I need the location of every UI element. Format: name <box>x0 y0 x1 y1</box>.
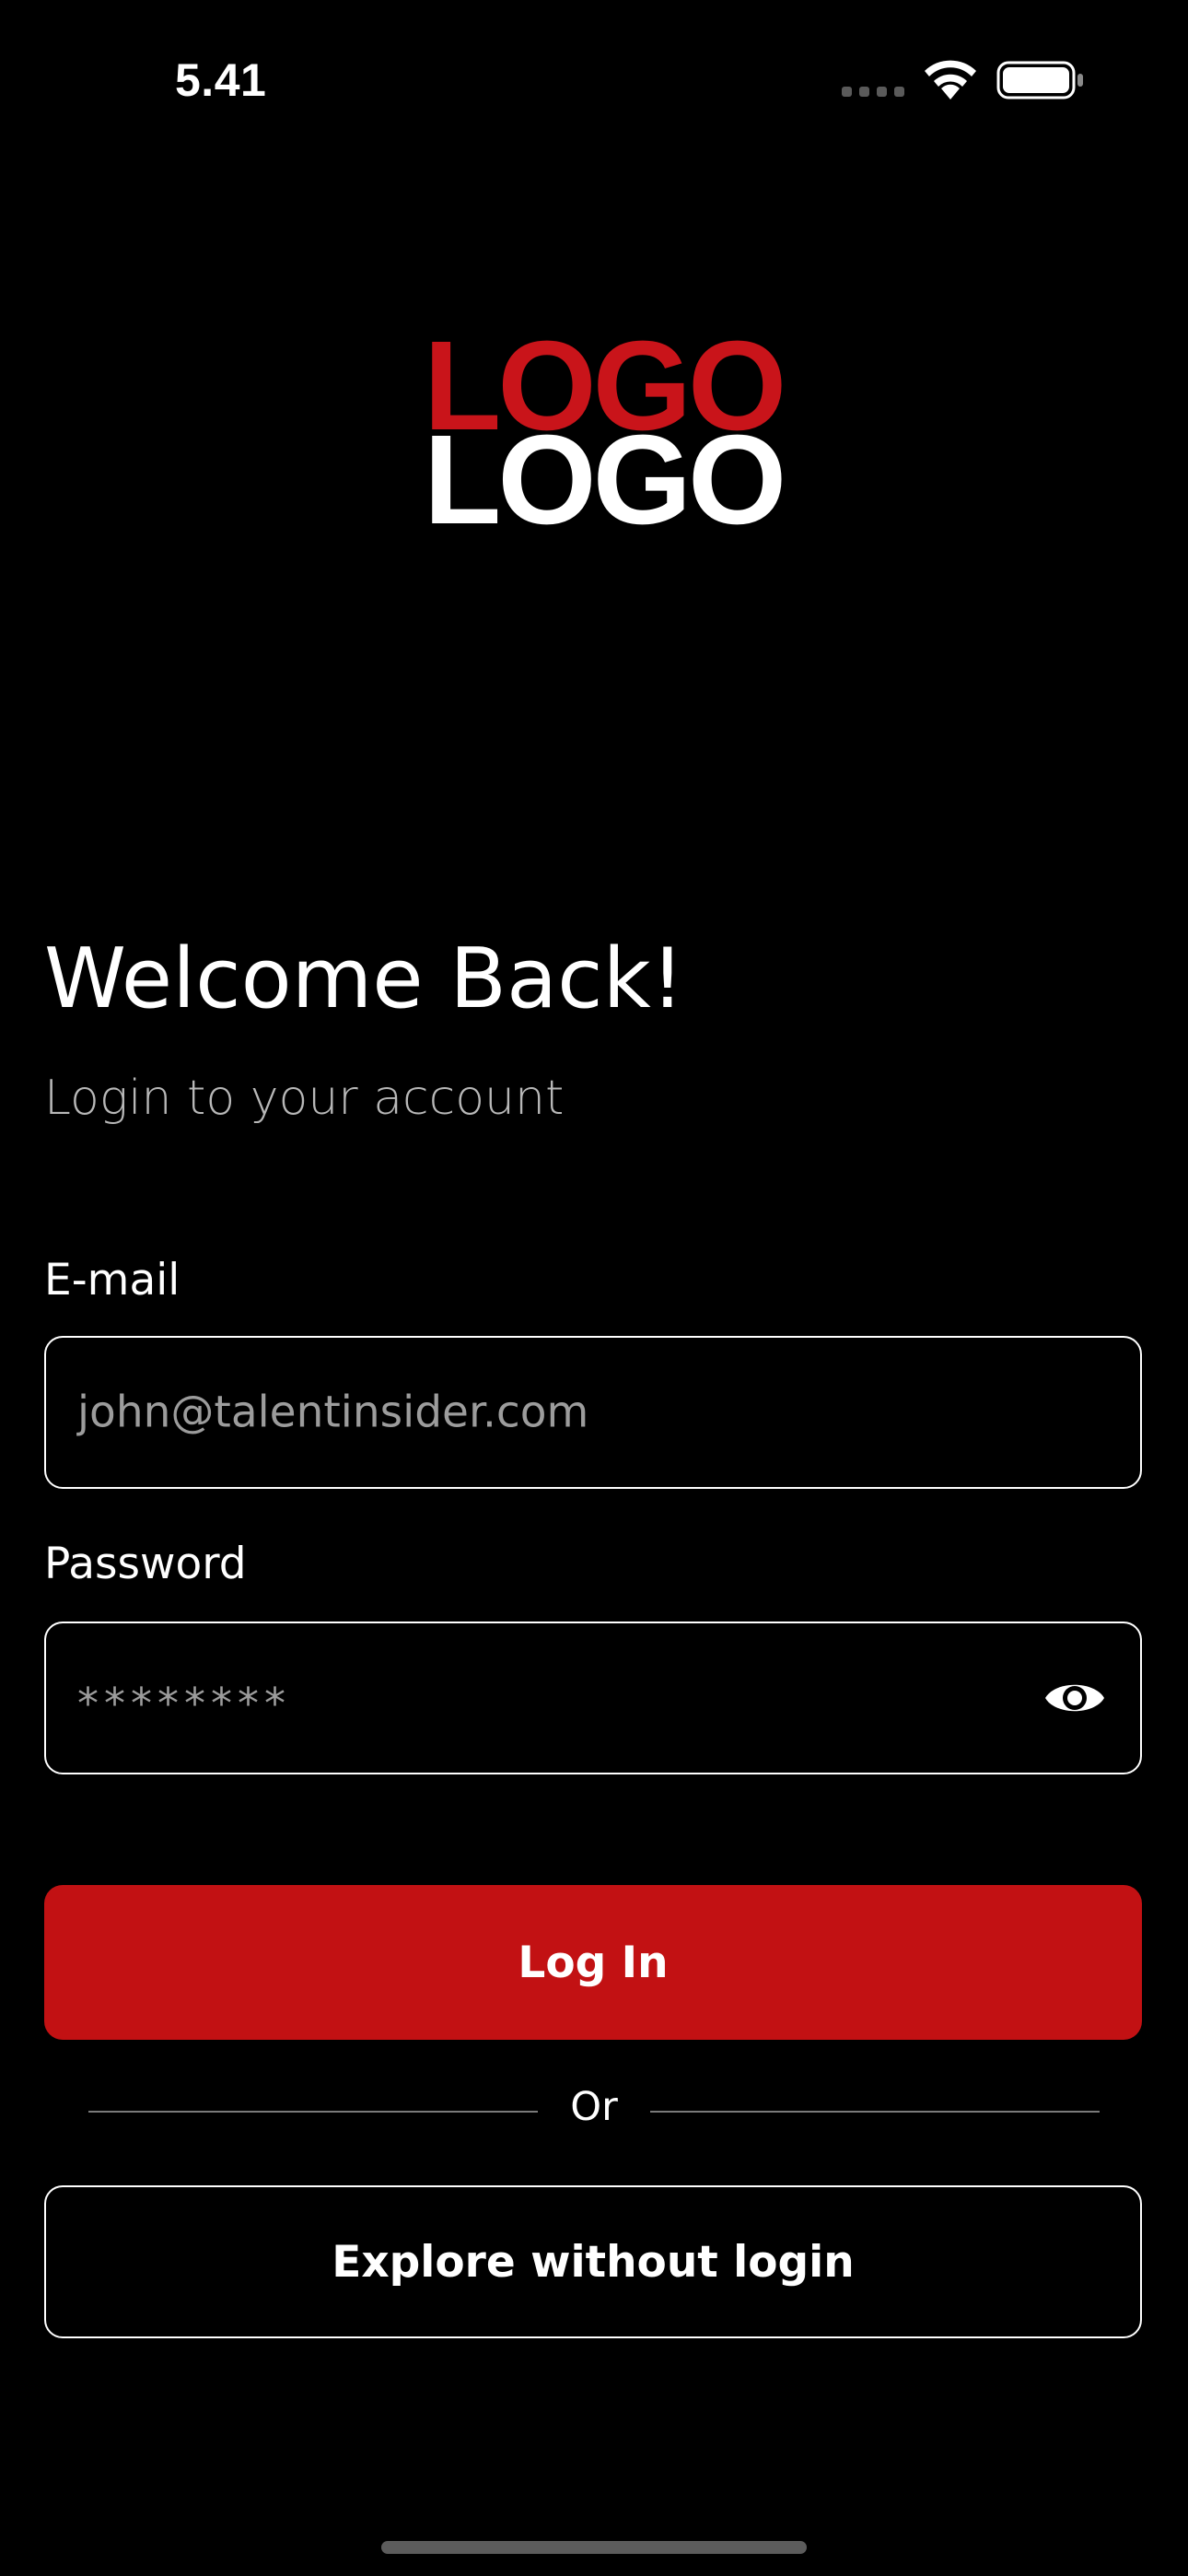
wifi-icon <box>925 60 976 100</box>
divider-line-left <box>88 2111 538 2113</box>
home-indicator[interactable] <box>381 2541 807 2554</box>
password-field[interactable]: ******** <box>44 1622 1142 1774</box>
divider-line-right <box>650 2111 1100 2113</box>
explore-button-label: Explore without login <box>332 2236 855 2288</box>
explore-without-login-button[interactable]: Explore without login <box>44 2185 1142 2338</box>
login-button[interactable]: Log In <box>44 1885 1142 2040</box>
page-title: Welcome Back! <box>44 931 684 1027</box>
email-placeholder: john@talentinsider.com <box>77 1387 589 1438</box>
password-label: Password <box>44 1539 247 1589</box>
battery-icon <box>996 61 1083 100</box>
status-time: 5.41 <box>175 54 267 106</box>
logo-bottom-text: LOGO <box>424 409 786 551</box>
page-subtitle: Login to your account <box>44 1071 565 1126</box>
divider-text: Or <box>570 2084 618 2130</box>
password-value: ******** <box>77 1679 291 1729</box>
cellular-signal-icon <box>842 87 904 97</box>
login-button-label: Log In <box>518 1937 669 1988</box>
eye-icon[interactable] <box>1042 1675 1107 1721</box>
email-label: E-mail <box>44 1255 181 1306</box>
email-field[interactable]: john@talentinsider.com <box>44 1336 1142 1489</box>
app-logo: LOGO LOGO <box>424 322 786 544</box>
